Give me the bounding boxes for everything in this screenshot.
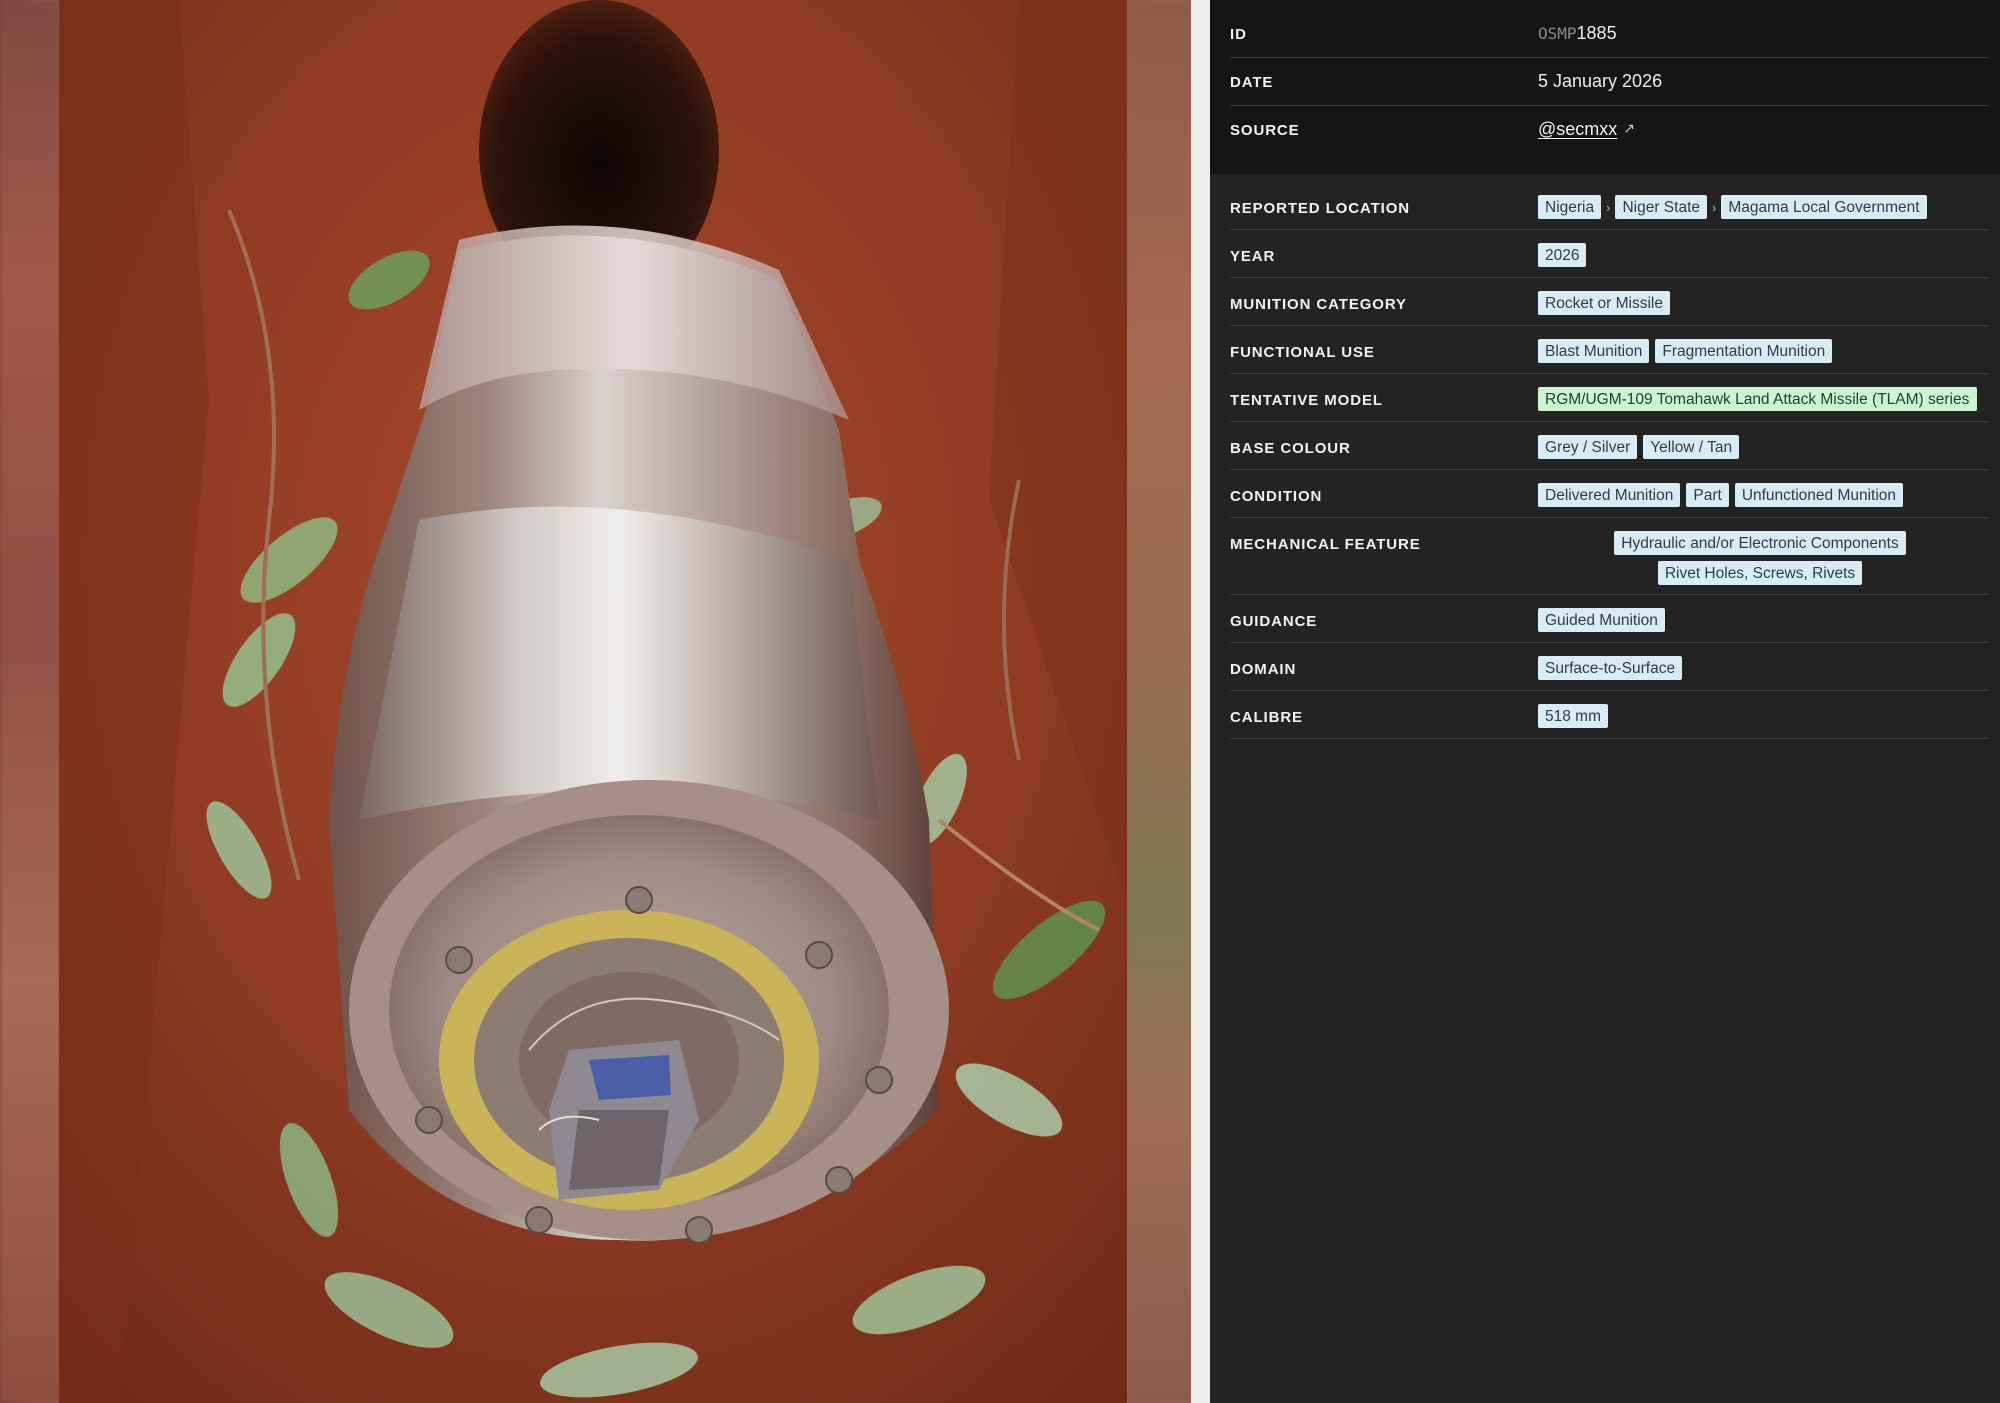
- tag-tentative-model[interactable]: RGM/UGM-109 Tomahawk Land Attack Missile…: [1538, 387, 1978, 411]
- tag-reported-location[interactable]: Magama Local Government: [1721, 195, 1927, 219]
- viewer-blurred-backdrop-left: [0, 0, 59, 1403]
- condition-tags: Delivered Munition Part Unfunctioned Munit…: [1538, 470, 1988, 516]
- tag-functional-use[interactable]: Fragmentation Munition: [1655, 339, 1833, 363]
- year-tags: 2026: [1538, 230, 1988, 276]
- tag-base-colour[interactable]: Grey / Silver: [1538, 435, 1638, 459]
- tag-year[interactable]: 2026: [1538, 243, 1587, 267]
- functional-use-row: FUNCTIONAL USE Blast Munition Fragmentatio…: [1230, 326, 1988, 374]
- date-value: 5 January 2026: [1538, 71, 1663, 91]
- image-viewer[interactable]: [0, 0, 1191, 1403]
- viewer-blurred-backdrop-right: [1127, 0, 1191, 1403]
- id-row: ID OSMP1885: [1230, 10, 1988, 58]
- mechanical-feature-row: MECHANICAL FEATURE Hydraulic and/or Elect…: [1230, 518, 1988, 595]
- source-value: @secmxx ↗: [1538, 106, 1988, 150]
- munition-category-row: MUNITION CATEGORY Rocket or Missile: [1230, 278, 1988, 326]
- tag-guidance[interactable]: Guided Munition: [1538, 608, 1665, 632]
- base-colour-tags: Grey / Silver Yellow / Tan: [1538, 422, 1988, 468]
- guidance-row: GUIDANCE Guided Munition: [1230, 595, 1988, 643]
- record-details-panel: ID OSMP1885 DATE 5 January 2026 SOURCE @…: [1210, 0, 2000, 1403]
- calibre-row: CALIBRE 518 mm: [1230, 691, 1988, 739]
- tag-condition[interactable]: Unfunctioned Munition: [1734, 483, 1904, 507]
- record-id: OSMP1885: [1538, 10, 1988, 54]
- tag-domain[interactable]: Surface-to-Surface: [1538, 656, 1683, 680]
- tag-condition[interactable]: Delivered Munition: [1538, 483, 1681, 507]
- external-link-icon[interactable]: ↗: [1623, 120, 1635, 137]
- tentative-model-tags: RGM/UGM-109 Tomahawk Land Attack Missile…: [1538, 374, 1988, 420]
- tag-reported-location[interactable]: Nigeria: [1538, 195, 1602, 219]
- munition-category-label: MUNITION CATEGORY: [1230, 296, 1407, 313]
- guidance-label: GUIDANCE: [1230, 613, 1318, 630]
- tentative-model-row: TENTATIVE MODEL RGM/UGM-109 Tomahawk Land…: [1230, 374, 1988, 422]
- mechanical-feature-tags: Hydraulic and/or Electronic Components Ri…: [1538, 518, 1988, 594]
- tag-base-colour[interactable]: Yellow / Tan: [1643, 435, 1740, 459]
- domain-row: DOMAIN Surface-to-Surface: [1230, 643, 1988, 691]
- domain-tags: Surface-to-Surface: [1538, 643, 1988, 689]
- id-label: ID: [1230, 26, 1247, 43]
- id-prefix: OSMP: [1538, 24, 1577, 43]
- tag-calibre[interactable]: 518 mm: [1538, 704, 1608, 728]
- tag-condition[interactable]: Part: [1686, 483, 1729, 507]
- source-link[interactable]: @secmxx: [1538, 119, 1617, 139]
- viewer-divider: [1191, 0, 1210, 1403]
- tag-munition-category[interactable]: Rocket or Missile: [1538, 291, 1670, 315]
- reported-location-row: REPORTED LOCATION Nigeria › Niger State › Mag…: [1230, 182, 1988, 230]
- domain-label: DOMAIN: [1230, 661, 1297, 678]
- mechanical-feature-label: MECHANICAL FEATURE: [1230, 536, 1421, 553]
- reported-location-tags: Nigeria › Niger State › Magama Local Governm…: [1538, 182, 1988, 228]
- munition-category-tags: Rocket or Missile: [1538, 278, 1988, 324]
- date-row: DATE 5 January 2026: [1230, 58, 1988, 106]
- tag-mechanical-feature[interactable]: Hydraulic and/or Electronic Components: [1614, 531, 1906, 555]
- reported-location-label: REPORTED LOCATION: [1230, 200, 1411, 217]
- base-colour-label: BASE COLOUR: [1230, 440, 1351, 457]
- condition-label: CONDITION: [1230, 488, 1323, 505]
- condition-row: CONDITION Delivered Munition Part Unfunctio…: [1230, 470, 1988, 518]
- tag-mechanical-feature[interactable]: Rivet Holes, Screws, Rivets: [1657, 561, 1863, 585]
- id-number: 1885: [1576, 23, 1617, 43]
- calibre-tags: 518 mm: [1538, 691, 1988, 737]
- guidance-tags: Guided Munition: [1538, 595, 1988, 641]
- source-row: SOURCE @secmxx ↗: [1230, 106, 1988, 154]
- functional-use-label: FUNCTIONAL USE: [1230, 344, 1375, 361]
- breadcrumb-separator-icon: ›: [1712, 199, 1717, 215]
- record-fields: REPORTED LOCATION Nigeria › Niger State › Mag…: [1210, 174, 2000, 739]
- calibre-label: CALIBRE: [1230, 709, 1303, 726]
- year-row: YEAR 2026: [1230, 230, 1988, 278]
- source-label: SOURCE: [1230, 122, 1300, 139]
- record-page: ID OSMP1885 DATE 5 January 2026 SOURCE @…: [0, 0, 2000, 1403]
- base-colour-row: BASE COLOUR Grey / Silver Yellow / Tan: [1230, 422, 1988, 470]
- breadcrumb-separator-icon: ›: [1606, 199, 1611, 215]
- record-header: ID OSMP1885 DATE 5 January 2026 SOURCE @…: [1210, 0, 2000, 174]
- tentative-model-label: TENTATIVE MODEL: [1230, 392, 1383, 409]
- year-label: YEAR: [1230, 248, 1276, 265]
- functional-use-tags: Blast Munition Fragmentation Munition: [1538, 326, 1988, 372]
- munition-photo[interactable]: [59, 0, 1127, 1403]
- tag-reported-location[interactable]: Niger State: [1615, 195, 1707, 219]
- tag-functional-use[interactable]: Blast Munition: [1538, 339, 1650, 363]
- date-label: DATE: [1230, 74, 1274, 91]
